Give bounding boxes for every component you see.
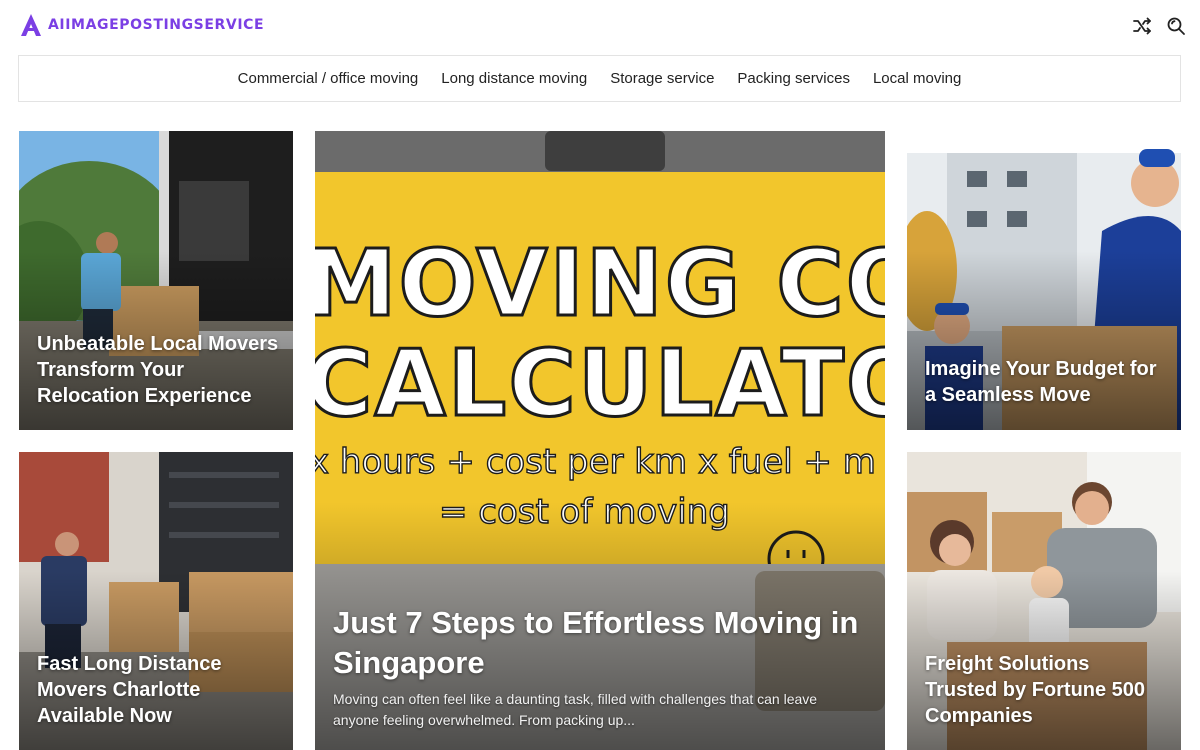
graphic-formula-line: x hours + cost per km x fuel + m bbox=[315, 441, 877, 482]
nav-item-storage-service[interactable]: Storage service bbox=[610, 70, 714, 87]
featured-post-excerpt: Moving can often feel like a daunting ta… bbox=[333, 691, 818, 728]
post-card-long-distance-charlotte[interactable]: Fast Long Distance Movers Charlotte Avai… bbox=[19, 452, 293, 750]
nav-item-commercial-office-moving[interactable]: Commercial / office moving bbox=[238, 70, 419, 87]
main-nav: Commercial / office moving Long distance… bbox=[18, 55, 1181, 102]
header-actions bbox=[1132, 16, 1186, 36]
featured-post-card[interactable]: MOVING COST CALCULATOR x hours + cost pe… bbox=[315, 131, 885, 750]
shuffle-icon[interactable] bbox=[1132, 16, 1152, 36]
nav-item-local-moving[interactable]: Local moving bbox=[873, 70, 961, 87]
nav-item-long-distance-moving[interactable]: Long distance moving bbox=[441, 70, 587, 87]
logo-a-icon bbox=[21, 14, 41, 36]
post-card-budget-move[interactable]: Imagine Your Budget for a Seamless Move bbox=[907, 131, 1181, 430]
site-header: AIIMAGEPOSTINGSERVICE bbox=[0, 0, 1200, 52]
post-title[interactable]: Unbeatable Local Movers Transform Your R… bbox=[37, 331, 279, 409]
post-title[interactable]: Fast Long Distance Movers Charlotte Avai… bbox=[37, 651, 279, 729]
search-icon[interactable] bbox=[1166, 16, 1186, 36]
post-card-freight-solutions[interactable]: Freight Solutions Trusted by Fortune 500… bbox=[907, 452, 1181, 750]
nav-item-packing-services[interactable]: Packing services bbox=[737, 70, 850, 87]
featured-post-title[interactable]: Just 7 Steps to Effortless Moving in Sin… bbox=[333, 603, 861, 683]
site-logo[interactable]: AIIMAGEPOSTINGSERVICE bbox=[20, 13, 264, 37]
post-title[interactable]: Freight Solutions Trusted by Fortune 500… bbox=[925, 651, 1167, 729]
post-card-local-movers[interactable]: Unbeatable Local Movers Transform Your R… bbox=[19, 131, 293, 430]
post-title[interactable]: Imagine Your Budget for a Seamless Move bbox=[925, 356, 1167, 408]
graphic-line-1: MOVING COST bbox=[315, 229, 885, 339]
logo-text: AIIMAGEPOSTINGSERVICE bbox=[48, 17, 265, 33]
graphic-line-2: CALCULATOR bbox=[315, 329, 885, 439]
